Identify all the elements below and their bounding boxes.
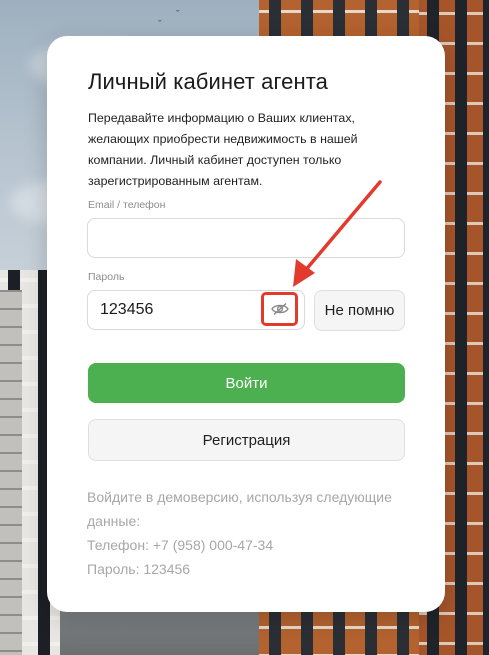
login-label: Email / телефон [88,199,166,211]
password-visibility-toggle[interactable] [261,292,298,326]
forgot-password-button[interactable]: Не помню [314,290,405,331]
password-label: Пароль [88,271,125,283]
bird-icon: ˇ [176,9,180,21]
demo-intro: Войдите в демоверсию, используя следующи… [87,489,392,529]
card-description: Передавайте информацию о Ваших клиентах,… [88,111,358,188]
login-button[interactable]: Войти [88,363,405,403]
demo-password: Пароль: 123456 [87,561,191,577]
login-card: Личный кабинет агента Передавайте информ… [47,36,445,612]
login-input[interactable] [87,218,405,258]
page-title: Личный кабинет агента [88,69,328,94]
bird-icon: ˇ [158,19,162,31]
eye-slash-icon [270,302,289,316]
register-button[interactable]: Регистрация [88,419,405,461]
demo-phone: Телефон: +7 (958) 000-47-34 [87,537,274,553]
demo-info: Войдите в демоверсию, используя следующи… [87,485,407,581]
building-left-edge [0,290,22,655]
